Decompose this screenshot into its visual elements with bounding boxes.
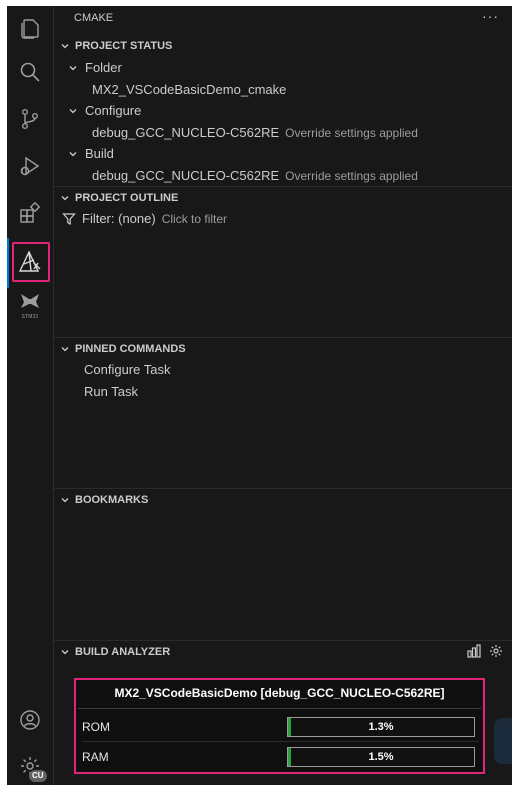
chevron-down-icon [60,41,72,51]
chevron-down-icon [60,647,72,657]
explorer-icon[interactable] [7,8,53,48]
memory-row-ram[interactable]: RAM 1.5% [82,746,479,768]
section-bookmarks[interactable]: BOOKMARKS [54,488,512,511]
section-project-status[interactable]: PROJECT STATUS [54,35,512,57]
build-description: Override settings applied [285,168,418,183]
section-project-outline[interactable]: PROJECT OUTLINE [54,186,512,209]
build-node[interactable]: Build [68,143,114,164]
settings-gear-icon[interactable] [489,644,503,661]
pinned-command-item[interactable]: Run Task [84,381,138,402]
chevron-down-icon [68,149,80,159]
section-title: BUILD ANALYZER [75,646,171,658]
vscode-window: STM32 CU CMAKE ··· PROJECT STATUS Folder… [7,6,512,785]
folder-value[interactable]: MX2_VSCodeBasicDemo_cmake [92,79,286,100]
more-actions-icon[interactable]: ··· [482,8,499,24]
panel-title: CMAKE [74,12,114,24]
cmake-side-panel: CMAKE ··· PROJECT STATUS Folder MX2_VSCo… [53,6,512,785]
pinned-command-label: Configure Task [84,362,171,377]
run-debug-icon[interactable] [7,146,53,186]
section-title: PINNED COMMANDS [75,343,186,355]
configure-preset: debug_GCC_NUCLEO-C562RE [92,125,280,140]
pinned-command-item[interactable]: Configure Task [84,359,170,380]
section-title: PROJECT OUTLINE [75,192,179,204]
chevron-down-icon [68,106,80,116]
pinned-command-label: Run Task [84,384,138,399]
chevron-down-icon [60,495,72,505]
account-icon[interactable] [7,700,53,740]
filter-row[interactable]: Filter: (none) Click to filter [62,208,227,229]
configure-node[interactable]: Configure [68,100,141,121]
section-title: PROJECT STATUS [75,40,173,52]
build-analyzer-project: MX2_VSCodeBasicDemo [debug_GCC_NUCLEO-C5… [114,686,445,700]
memory-usage-bar: 1.3% [287,717,475,737]
stm32-label: STM32 [21,314,39,320]
build-value[interactable]: debug_GCC_NUCLEO-C562RE Override setting… [92,165,418,186]
folder-node[interactable]: Folder [68,57,122,78]
build-preset: debug_GCC_NUCLEO-C562RE [92,168,280,183]
memory-row-rom[interactable]: ROM 1.3% [82,716,479,738]
source-control-icon[interactable] [7,99,53,139]
filter-label: Filter: (none) [82,211,156,226]
overlay-decoration [494,718,512,764]
filter-icon [62,212,76,226]
divider [82,741,479,742]
section-build-analyzer[interactable]: BUILD ANALYZER [54,640,512,663]
search-icon[interactable] [7,52,53,92]
build-analyzer-widget: MX2_VSCodeBasicDemo [debug_GCC_NUCLEO-C5… [74,678,485,774]
memory-usage-bar: 1.5% [287,747,475,767]
memory-usage-percent: 1.5% [368,751,394,763]
manage-badge: CU [29,770,47,782]
memory-name: RAM [82,750,109,764]
build-analyzer-actions [467,641,503,663]
activity-bar: STM32 CU [7,6,53,785]
stm32-icon[interactable] [7,286,53,316]
configure-label: Configure [85,103,142,118]
configure-description: Override settings applied [285,125,418,140]
memory-usage-percent: 1.3% [368,721,394,733]
folder-label: Folder [85,60,122,75]
build-label: Build [85,146,114,161]
chevron-down-icon [68,63,80,73]
cmake-highlight-box [12,242,50,282]
chevron-down-icon [60,193,72,203]
bar-chart-icon[interactable] [467,643,481,661]
divider [78,708,481,709]
folder-name: MX2_VSCodeBasicDemo_cmake [92,82,287,97]
filter-hint: Click to filter [161,211,228,226]
chevron-down-icon [60,344,72,354]
memory-name: ROM [82,720,110,734]
configure-value[interactable]: debug_GCC_NUCLEO-C562RE Override setting… [92,122,418,143]
section-pinned-commands[interactable]: PINNED COMMANDS [54,337,512,360]
section-title: BOOKMARKS [75,494,149,506]
extensions-icon[interactable] [7,193,53,233]
